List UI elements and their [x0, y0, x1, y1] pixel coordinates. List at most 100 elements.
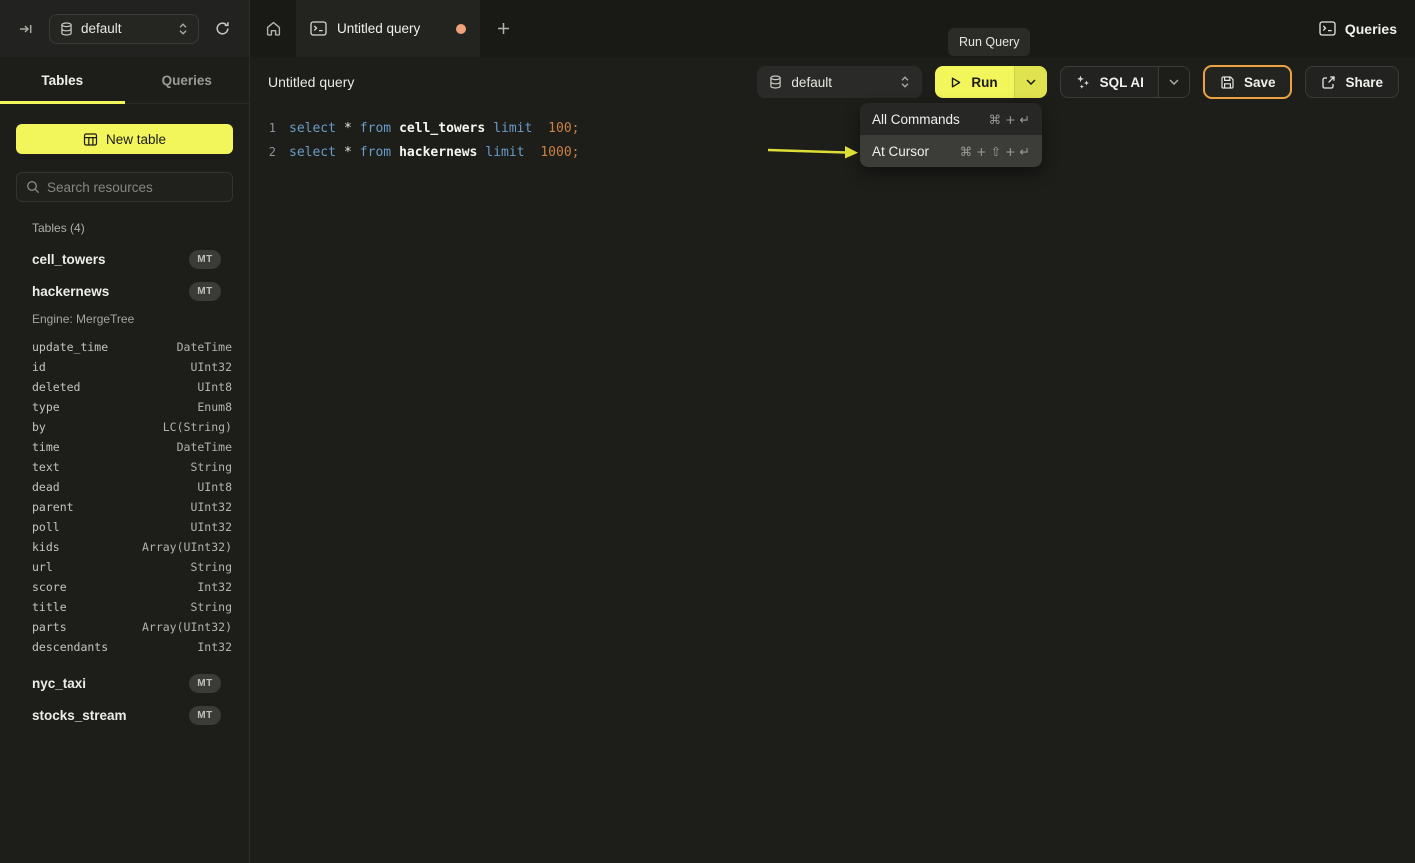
queries-button[interactable]: Queries	[1319, 0, 1397, 57]
menu-item-label: All Commands	[872, 112, 960, 127]
column-name: by	[32, 420, 46, 434]
collapse-sidebar-icon	[18, 21, 34, 37]
plus-icon	[496, 21, 511, 36]
unsaved-changes-dot	[456, 24, 466, 34]
refresh-icon	[214, 20, 231, 37]
share-button-label: Share	[1345, 75, 1383, 90]
sql-star: *	[344, 121, 352, 136]
sidebar-tab-queries-label: Queries	[162, 73, 212, 88]
database-selector-value: default	[81, 21, 170, 36]
column-name: update_time	[32, 340, 108, 354]
column-name: url	[32, 560, 53, 574]
sql-editor[interactable]: 1 select*fromcell_towerslimit 100; 2 sel…	[250, 107, 1415, 863]
column-name: deleted	[32, 380, 80, 394]
column-row: typeEnum8	[32, 397, 232, 417]
column-name: text	[32, 460, 60, 474]
refresh-button[interactable]	[210, 16, 235, 41]
menu-item-shortcut: ⌘ + ↵	[989, 112, 1030, 127]
chevron-down-icon	[1026, 79, 1036, 85]
column-row: partsArray(UInt32)	[32, 617, 232, 637]
column-name: title	[32, 600, 67, 614]
table-name: stocks_stream	[32, 708, 127, 723]
menu-item-at-cursor[interactable]: At Cursor ⌘ + ⇧ + ↵	[860, 135, 1042, 167]
column-row: idUInt32	[32, 357, 232, 377]
sql-ai-button[interactable]: SQL AI	[1061, 67, 1158, 97]
share-icon	[1321, 75, 1336, 90]
query-title: Untitled query	[268, 74, 354, 90]
database-selector-toolbar[interactable]: default	[757, 66, 922, 98]
database-selector-value: default	[791, 75, 891, 90]
sql-keyword: from	[360, 145, 391, 160]
column-name: dead	[32, 480, 60, 494]
column-row: title String	[32, 597, 232, 617]
code-tokens: select*fromhackernewslimit 1000;	[289, 145, 580, 160]
run-query-tooltip: Run Query	[948, 28, 1030, 56]
new-tab-button[interactable]	[480, 0, 526, 57]
sql-ai-split-button: SQL AI	[1060, 66, 1190, 98]
table-name: nyc_taxi	[32, 676, 86, 691]
table-row-cell-towers[interactable]: cell_towers MT	[16, 243, 233, 275]
column-name: id	[32, 360, 46, 374]
table-name: hackernews	[32, 284, 109, 299]
search-icon	[26, 180, 40, 194]
columns-list: update_timeDateTime idUInt32 deletedUInt…	[16, 331, 233, 667]
collapse-sidebar-button[interactable]	[14, 17, 38, 41]
run-button-label: Run	[971, 75, 997, 90]
query-toolbar: Untitled query default	[250, 57, 1415, 107]
save-button-label: Save	[1244, 75, 1276, 90]
chevron-down-icon	[1169, 79, 1179, 85]
sql-keyword: limit	[493, 121, 532, 136]
sidebar-tab-tables[interactable]: Tables	[0, 57, 125, 103]
top-bar: default Untitled query	[0, 0, 1415, 57]
share-button[interactable]: Share	[1305, 66, 1399, 98]
tab-untitled-query[interactable]: Untitled query	[296, 0, 480, 57]
save-icon	[1220, 75, 1235, 90]
sidebar: Tables Queries New table	[0, 57, 250, 863]
database-icon	[769, 75, 782, 89]
table-row-nyc-taxi[interactable]: nyc_taxi MT	[16, 667, 233, 699]
run-split-button: Run	[935, 66, 1046, 98]
sql-keyword: select	[289, 145, 336, 160]
column-type: String	[190, 600, 232, 614]
chevron-updown-icon	[900, 75, 910, 89]
column-row: update_time DateTime	[32, 337, 232, 357]
column-name: type	[32, 400, 60, 414]
topbar-left: default	[0, 0, 250, 57]
column-row: descendantsInt32	[32, 637, 232, 657]
column-name: descendants	[32, 640, 108, 654]
new-table-button[interactable]: New table	[16, 124, 233, 154]
run-options-button[interactable]	[1014, 66, 1047, 98]
toolbar-controls: default Run	[757, 65, 1399, 99]
column-row: parentUInt32	[32, 497, 232, 517]
sparkles-icon	[1075, 74, 1091, 90]
column-row: pollUInt32	[32, 517, 232, 537]
column-type: String	[190, 560, 232, 574]
sql-semicolon: ;	[572, 145, 580, 160]
sql-ai-options-button[interactable]	[1158, 67, 1189, 97]
console-icon	[1319, 21, 1336, 36]
column-type: DateTime	[177, 340, 232, 354]
table-row-stocks-stream[interactable]: stocks_stream MT	[16, 699, 233, 731]
column-name: score	[32, 580, 67, 594]
menu-item-shortcut: ⌘ + ⇧ + ↵	[960, 144, 1030, 159]
database-selector-topbar[interactable]: default	[49, 14, 199, 44]
run-button[interactable]: Run	[935, 66, 1013, 98]
menu-item-all-commands[interactable]: All Commands ⌘ + ↵	[860, 103, 1042, 135]
sql-table-name: cell_towers	[399, 121, 485, 136]
column-row: textString	[32, 457, 232, 477]
home-button[interactable]	[250, 0, 296, 57]
column-type: UInt32	[190, 520, 232, 534]
sidebar-tab-queries[interactable]: Queries	[125, 57, 250, 103]
column-type: UInt8	[197, 380, 232, 394]
search-input[interactable]	[47, 180, 224, 195]
save-button[interactable]: Save	[1203, 65, 1293, 99]
column-row: url String	[32, 557, 232, 577]
table-row-hackernews[interactable]: hackernews MT	[16, 275, 233, 307]
table-name: cell_towers	[32, 252, 106, 267]
search-box	[16, 172, 233, 202]
sql-table-name: hackernews	[399, 145, 477, 160]
menu-item-label: At Cursor	[872, 144, 929, 159]
play-icon	[949, 76, 962, 89]
column-row: scoreInt32	[32, 577, 232, 597]
engine-badge: MT	[189, 674, 221, 693]
